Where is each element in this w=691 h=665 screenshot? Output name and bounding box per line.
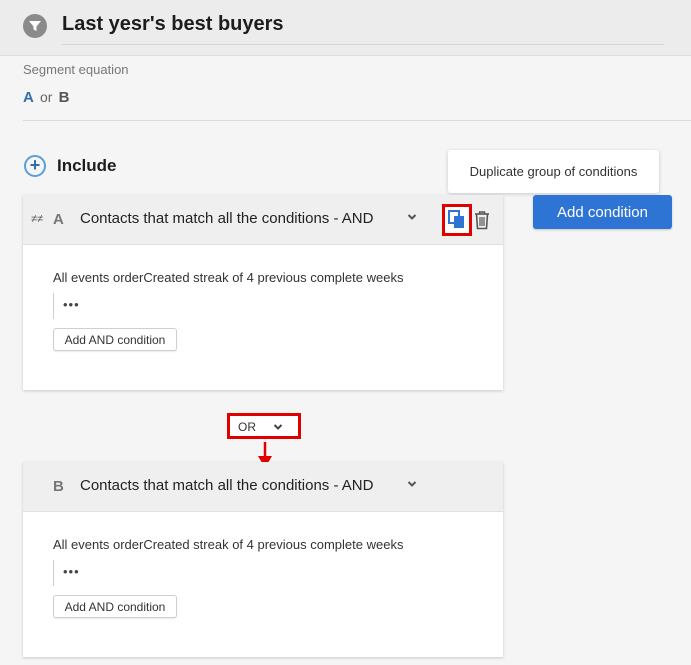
group-a-letter: A	[53, 211, 64, 228]
or-join-select[interactable]: OR	[227, 413, 301, 439]
add-condition-button[interactable]: Add condition	[533, 195, 672, 229]
trash-icon[interactable]	[473, 210, 491, 230]
group-a-title: Contacts that match all the conditions -…	[80, 210, 374, 227]
condition-rule	[53, 560, 54, 586]
duplicate-group-button[interactable]	[442, 204, 472, 236]
section-divider	[23, 120, 691, 121]
duplicate-icon	[448, 210, 464, 228]
condition-rule	[53, 293, 54, 319]
add-and-condition-button[interactable]: Add AND condition	[53, 595, 177, 618]
segment-title[interactable]: Last yesr's best buyers	[62, 13, 284, 36]
chevron-down-icon[interactable]	[407, 212, 417, 222]
plus-circle-icon[interactable]: +	[24, 155, 46, 177]
duplicate-tooltip: Duplicate group of conditions	[448, 150, 659, 193]
page-header: Last yesr's best buyers	[0, 0, 691, 56]
segment-equation: A or B	[23, 89, 69, 106]
add-and-condition-button[interactable]: Add AND condition	[53, 328, 177, 351]
equation-a: A	[23, 89, 34, 106]
more-options-icon[interactable]: •••	[63, 297, 80, 312]
or-join-label: OR	[238, 420, 256, 434]
group-b-title: Contacts that match all the conditions -…	[80, 477, 374, 494]
drag-handle-icon[interactable]: ≠≠	[31, 213, 43, 225]
condition-text[interactable]: All events orderCreated streak of 4 prev…	[53, 537, 403, 552]
funnel-icon	[23, 14, 47, 38]
chevron-down-icon	[273, 424, 283, 430]
condition-text[interactable]: All events orderCreated streak of 4 prev…	[53, 270, 403, 285]
include-label: Include	[57, 156, 117, 175]
title-underline	[62, 44, 664, 45]
equation-b: B	[58, 89, 70, 106]
more-options-icon[interactable]: •••	[63, 564, 80, 579]
group-b-letter: B	[53, 478, 64, 495]
equation-or: or	[40, 89, 53, 105]
condition-group-b: B Contacts that match all the conditions…	[23, 462, 503, 657]
group-a-header: ≠≠ A Contacts that match all the conditi…	[23, 195, 503, 245]
group-b-header: B Contacts that match all the conditions…	[23, 462, 503, 512]
condition-group-a: ≠≠ A Contacts that match all the conditi…	[23, 195, 503, 390]
segment-equation-label: Segment equation	[23, 62, 129, 77]
chevron-down-icon[interactable]	[407, 479, 417, 489]
